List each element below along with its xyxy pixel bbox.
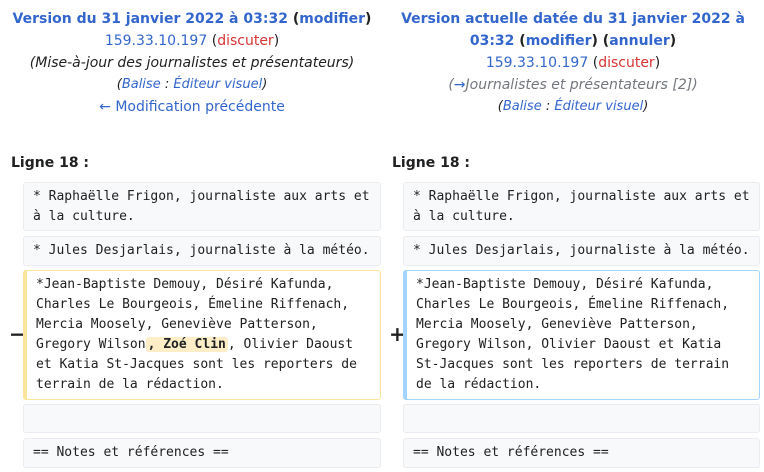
new-context-row: == Notes et références == (403, 438, 760, 468)
current-revision-title-link[interactable]: Version actuelle datée du 31 janvier 202… (401, 11, 745, 27)
old-context-row: == Notes et références == (23, 438, 381, 468)
new-context-row: * Jules Desjarlais, journaliste à la mét… (403, 236, 760, 266)
old-context-row: * Raphaëlle Frigon, journaliste aux arts… (23, 182, 381, 231)
section-arrow-link[interactable]: → (454, 77, 466, 93)
tag-separator: : (160, 77, 174, 92)
paren: ( (287, 11, 300, 27)
old-tag-value-link[interactable]: Éditeur visuel (173, 77, 262, 92)
paren: ) (692, 77, 698, 93)
current-edit-link[interactable]: modifier (526, 33, 592, 49)
undo-link[interactable]: annuler (609, 33, 670, 49)
paren: ( (514, 33, 526, 49)
old-empty-row (23, 404, 381, 433)
current-user-ip-link[interactable]: 159.33.10.197 (486, 55, 588, 71)
paren: ( (207, 33, 218, 49)
paren: ) (262, 77, 268, 92)
old-tag-link[interactable]: Balise (122, 77, 161, 92)
previous-edit-link[interactable]: ← Modification précédente (99, 99, 285, 115)
current-talk-link[interactable]: discuter (598, 55, 655, 71)
paren: ) (669, 33, 677, 49)
old-context-row: * Jules Desjarlais, journaliste à la mét… (23, 236, 381, 266)
current-revision-header: Version actuelle datée du 31 janvier 202… (382, 8, 764, 118)
added-line: *Jean-Baptiste Demouy, Désiré Kafunda, C… (403, 270, 760, 400)
new-empty-row (403, 404, 760, 433)
old-line-number: Ligne 18 : (11, 155, 90, 171)
paren: ( (588, 55, 599, 71)
new-context-row: * Raphaëlle Frigon, journaliste aux arts… (403, 182, 760, 231)
old-user-ip-link[interactable]: 159.33.10.197 (105, 33, 207, 49)
tag-separator: : (541, 99, 555, 114)
paren: ) (365, 11, 372, 27)
new-line-number: Ligne 18 : (392, 155, 471, 171)
deleted-line: *Jean-Baptiste Demouy, Désiré Kafunda, C… (23, 270, 381, 400)
paren: ) (273, 33, 280, 49)
paren: ) ( (591, 33, 610, 49)
old-edit-summary: (Mise-à-jour des journalistes et présent… (29, 55, 355, 71)
old-edit-link[interactable]: modifier (299, 11, 365, 27)
paren: ) (643, 99, 649, 114)
current-tag-link[interactable]: Balise (503, 99, 542, 114)
old-revision-header: Version du 31 janvier 2022 à 03:32 (modi… (0, 8, 384, 118)
current-revision-time-link[interactable]: 03:32 (470, 33, 515, 49)
current-edit-summary: Journalistes et présentateurs [2] (465, 77, 693, 93)
deleted-text-highlight: , Zoé Clin (145, 337, 228, 352)
old-revision-title-link[interactable]: Version du 31 janvier 2022 à 03:32 (13, 11, 288, 27)
current-tag-value-link[interactable]: Éditeur visuel (554, 99, 643, 114)
paren: ) (654, 55, 661, 71)
old-talk-link[interactable]: discuter (217, 33, 274, 49)
